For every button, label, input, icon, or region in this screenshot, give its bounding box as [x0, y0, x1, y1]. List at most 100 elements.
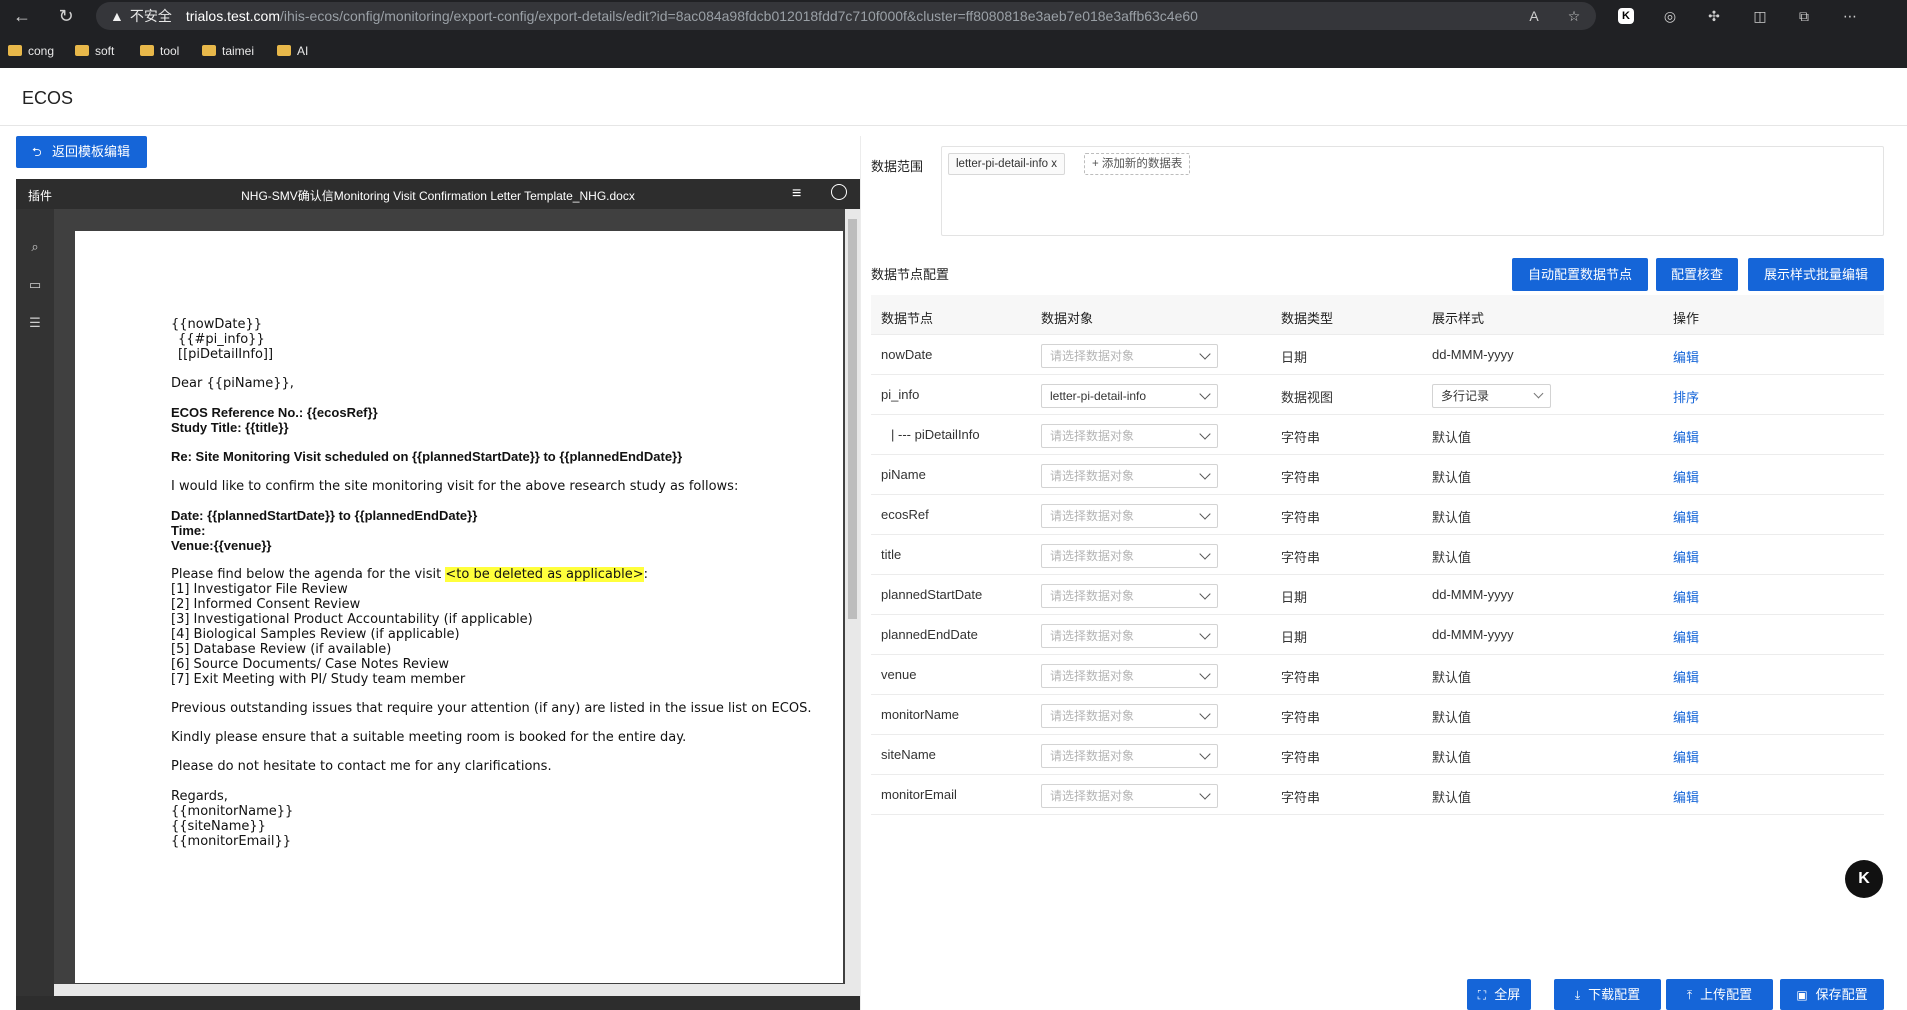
tag-close-icon[interactable]: x: [1051, 158, 1057, 170]
comment-icon[interactable]: ▭: [27, 277, 43, 293]
data-object-select[interactable]: letter-pi-detail-info: [1041, 384, 1218, 408]
data-object-select[interactable]: 请选择数据对象: [1041, 544, 1218, 568]
data-type: 日期: [1281, 630, 1308, 645]
row-action-link[interactable]: 编辑: [1673, 707, 1699, 726]
node-name: nowDate: [881, 347, 933, 362]
table-row: monitorName 请选择数据对象 字符串 默认值 编辑: [871, 695, 1884, 735]
more-menu-icon[interactable]: ⋯: [1842, 8, 1858, 24]
search-icon[interactable]: ⌕: [27, 239, 43, 255]
select-value: 请选择数据对象: [1050, 629, 1135, 643]
upload-config-button[interactable]: ⤒ 上传配置: [1666, 979, 1773, 1010]
row-action-link[interactable]: 编辑: [1673, 427, 1699, 446]
data-object-select[interactable]: 请选择数据对象: [1041, 744, 1218, 768]
row-action-link[interactable]: 编辑: [1673, 747, 1699, 766]
back-arrow-icon[interactable]: ←: [10, 4, 34, 28]
select-value: 请选择数据对象: [1050, 749, 1135, 763]
chevron-down-icon: [1199, 708, 1211, 720]
data-type: 字符串: [1281, 510, 1321, 525]
upload-icon: ⤒: [1686, 988, 1693, 1002]
table-row: plannedEndDate 请选择数据对象 日期 dd-MMM-yyyy 编辑: [871, 615, 1884, 655]
data-object-select[interactable]: 请选择数据对象: [1041, 424, 1218, 448]
node-name: piName: [881, 467, 926, 482]
display-style-select[interactable]: 多行记录: [1432, 384, 1551, 408]
doc-vertical-scrollbar[interactable]: [845, 209, 860, 984]
collections-icon[interactable]: ⧉: [1796, 8, 1812, 24]
display-style: 默认值: [1432, 790, 1472, 805]
save-config-button[interactable]: ▣ 保存配置: [1780, 979, 1884, 1010]
bookmark-folder[interactable]: taimei: [202, 42, 254, 60]
folder-icon: [140, 45, 154, 56]
chevron-down-icon: [1199, 348, 1211, 360]
chevron-down-icon: [1199, 508, 1211, 520]
doc-horizontal-scrollbar[interactable]: [54, 984, 860, 996]
auto-config-button[interactable]: 自动配置数据节点: [1512, 258, 1648, 291]
bookmark-folder[interactable]: cong: [8, 42, 54, 60]
app-title: ECOS: [22, 88, 74, 108]
data-object-select[interactable]: 请选择数据对象: [1041, 584, 1218, 608]
user-icon[interactable]: [831, 184, 847, 200]
row-action-link[interactable]: 编辑: [1673, 467, 1699, 486]
save-icon: ▣: [1796, 988, 1808, 1002]
column-header: 操作: [1673, 311, 1700, 326]
fullscreen-button[interactable]: ⛶ 全屏: [1467, 979, 1531, 1010]
row-action-link[interactable]: 编辑: [1673, 787, 1699, 806]
address-bar[interactable]: ▲ 不安全 trialos.test.com/ihis-ecos/config/mo…: [96, 2, 1596, 30]
outline-icon[interactable]: ☰: [27, 315, 43, 331]
data-object-select[interactable]: 请选择数据对象: [1041, 664, 1218, 688]
favorite-star-icon[interactable]: ☆: [1566, 8, 1582, 24]
extension-k-icon[interactable]: K: [1618, 8, 1634, 24]
read-aloud-icon[interactable]: A: [1526, 8, 1542, 24]
hamburger-menu-icon[interactable]: ≡: [792, 185, 801, 203]
chevron-down-icon: [1199, 628, 1211, 640]
address-row: ← ↻ ▲ 不安全 trialos.test.com/ihis-ecos/confi…: [0, 0, 1907, 32]
extensions-puzzle-icon[interactable]: ✣: [1706, 8, 1722, 24]
back-to-template-button[interactable]: ⮌ 返回模板编辑: [16, 136, 147, 168]
data-object-select[interactable]: 请选择数据对象: [1041, 704, 1218, 728]
scroll-thumb[interactable]: [848, 219, 857, 619]
reload-icon[interactable]: ↻: [54, 4, 78, 28]
data-object-select[interactable]: 请选择数据对象: [1041, 464, 1218, 488]
extension-cookie-icon[interactable]: ◎: [1662, 8, 1678, 24]
node-name: | --- piDetailInfo: [891, 427, 980, 442]
floating-assistant-button[interactable]: K: [1845, 860, 1883, 898]
display-style: 默认值: [1432, 710, 1472, 725]
bookmark-folder[interactable]: tool: [140, 42, 179, 60]
data-type: 日期: [1281, 350, 1308, 365]
row-action-link[interactable]: 编辑: [1673, 627, 1699, 646]
data-object-select[interactable]: 请选择数据对象: [1041, 504, 1218, 528]
security-warning: 不安全: [129, 8, 172, 24]
scope-tag[interactable]: letter-pi-detail-info x: [948, 153, 1065, 175]
browser-chrome: ← ↻ ▲ 不安全 trialos.test.com/ihis-ecos/confi…: [0, 0, 1907, 68]
data-object-select[interactable]: 请选择数据对象: [1041, 344, 1218, 368]
batch-edit-button[interactable]: 展示样式批量编辑: [1748, 258, 1884, 291]
select-value: 请选择数据对象: [1050, 429, 1135, 443]
row-action-link[interactable]: 编辑: [1673, 587, 1699, 606]
chevron-down-icon: [1199, 468, 1211, 480]
row-action-link[interactable]: 排序: [1673, 387, 1699, 406]
doc-text: I would like to confirm the site monitor…: [171, 479, 739, 494]
column-header: 数据对象: [1041, 311, 1094, 326]
row-action-link[interactable]: 编辑: [1673, 547, 1699, 566]
data-object-select[interactable]: 请选择数据对象: [1041, 624, 1218, 648]
data-object-select[interactable]: 请选择数据对象: [1041, 784, 1218, 808]
warning-icon: ▲: [110, 8, 124, 24]
chevron-down-icon: [1199, 548, 1211, 560]
document-page: {{nowDate}} {{#pi_info}} [[piDetailInfo]…: [75, 231, 843, 983]
bookmark-folder[interactable]: soft: [75, 42, 114, 60]
download-config-button[interactable]: ⤓ 下载配置: [1554, 979, 1661, 1010]
row-action-link[interactable]: 编辑: [1673, 347, 1699, 366]
row-action-link[interactable]: 编辑: [1673, 507, 1699, 526]
bookmark-folder[interactable]: AI: [277, 42, 308, 60]
display-style: 默认值: [1432, 670, 1472, 685]
display-style: 默认值: [1432, 510, 1472, 525]
check-config-button[interactable]: 配置核查: [1656, 258, 1738, 291]
doc-text: [[piDetailInfo]]: [178, 347, 274, 362]
select-value: letter-pi-detail-info: [1050, 389, 1147, 403]
doc-text: Study Title: {{title}}: [171, 420, 289, 435]
add-table-button[interactable]: + 添加新的数据表: [1084, 153, 1191, 175]
table-row: | --- piDetailInfo 请选择数据对象 字符串 默认值 编辑: [871, 415, 1884, 455]
chevron-down-icon: [1199, 588, 1211, 600]
row-action-link[interactable]: 编辑: [1673, 667, 1699, 686]
split-screen-icon[interactable]: ◫: [1752, 8, 1768, 24]
data-type: 日期: [1281, 590, 1308, 605]
